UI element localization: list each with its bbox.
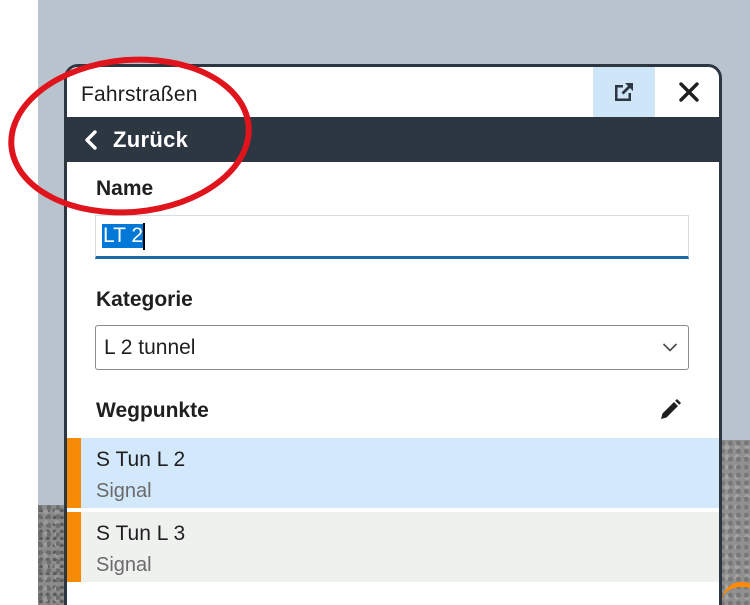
route-panel: Fahrstraßen Zurück Name LT 2 Kategorie L…	[64, 64, 722, 605]
text-caret	[143, 223, 145, 250]
waypoint-accent-bar	[67, 438, 81, 508]
chevron-down-icon	[662, 343, 678, 352]
waypoint-type: Signal	[96, 480, 152, 502]
waypoint-name: S Tun L 2	[96, 448, 186, 471]
waypoint-name: S Tun L 3	[96, 522, 186, 545]
category-label: Kategorie	[96, 288, 193, 311]
back-button[interactable]: Zurück	[67, 117, 719, 162]
chevron-left-icon	[85, 130, 97, 150]
waypoint-item[interactable]: S Tun L 2 Signal	[67, 438, 719, 508]
back-label: Zurück	[113, 127, 189, 152]
name-input-value: LT 2	[102, 224, 145, 248]
waypoints-label: Wegpunkte	[96, 399, 209, 422]
external-link-icon	[615, 83, 633, 101]
pencil-icon[interactable]	[657, 397, 683, 423]
waypoint-type: Signal	[96, 554, 152, 576]
map-gravel-texture-right	[720, 440, 750, 605]
close-button[interactable]	[661, 67, 717, 117]
screenshot-stage: Fahrstraßen Zurück Name LT 2 Kategorie L…	[0, 0, 750, 605]
panel-title-bar: Fahrstraßen	[67, 67, 719, 117]
panel-title: Fahrstraßen	[81, 83, 198, 106]
waypoint-accent-bar	[67, 512, 81, 582]
category-select[interactable]: L 2 tunnel	[95, 325, 689, 370]
close-icon	[679, 82, 699, 102]
waypoint-item[interactable]: S Tun L 3 Signal	[67, 512, 719, 582]
name-input[interactable]: LT 2	[95, 215, 689, 259]
popout-button[interactable]	[593, 67, 655, 117]
name-label: Name	[96, 177, 154, 200]
category-select-value: L 2 tunnel	[104, 336, 196, 359]
